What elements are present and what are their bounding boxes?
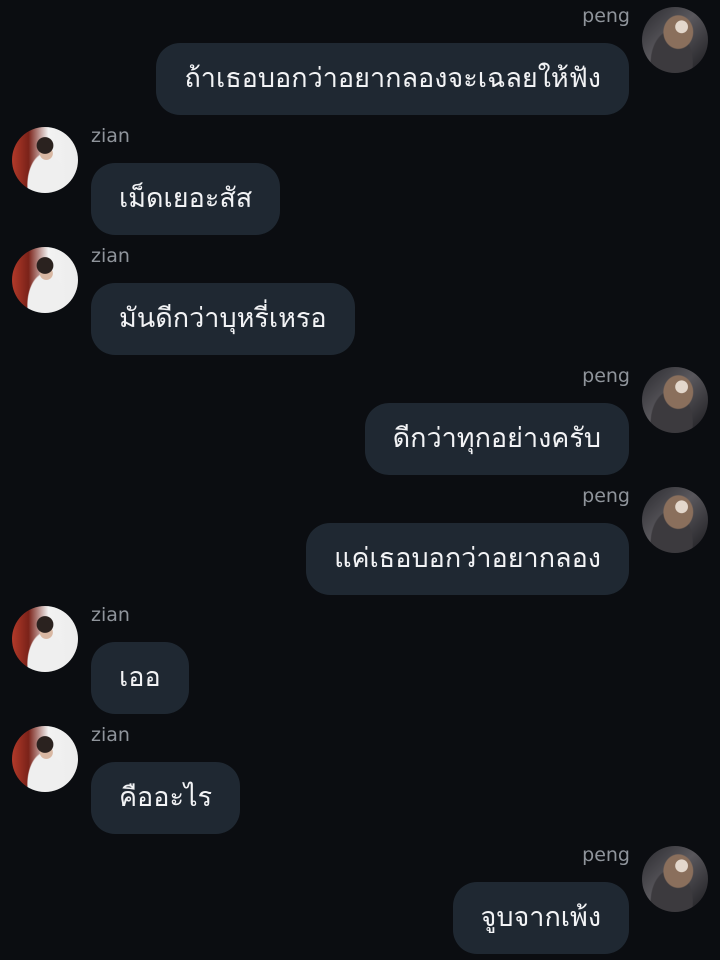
message-row: zian เออ [0, 604, 720, 714]
message-row: zian มันดีกว่าบุหรี่เหรอ [0, 245, 720, 355]
sender-name: zian [91, 724, 130, 746]
sender-name: zian [91, 604, 130, 626]
message-row: zian เม็ดเยอะสัส [0, 125, 720, 235]
peng-avatar[interactable] [642, 7, 708, 73]
sender-name: peng [582, 365, 630, 387]
zian-avatar[interactable] [12, 127, 78, 193]
sender-name: peng [582, 485, 630, 507]
message-bubble[interactable]: เออ [91, 642, 189, 714]
message-row: peng แค่เธอบอกว่าอยากลอง [0, 485, 720, 595]
zian-avatar[interactable] [12, 606, 78, 672]
sender-name: peng [582, 844, 630, 866]
message-bubble[interactable]: เม็ดเยอะสัส [91, 163, 281, 235]
peng-avatar[interactable] [642, 487, 708, 553]
message-bubble[interactable]: มันดีกว่าบุหรี่เหรอ [91, 283, 355, 355]
message-bubble[interactable]: คืออะไร [91, 762, 241, 834]
sender-name: zian [91, 245, 130, 267]
message-bubble[interactable]: แค่เธอบอกว่าอยากลอง [306, 523, 629, 595]
message-row: peng จูบจากเพ้ง [0, 844, 720, 954]
peng-avatar[interactable] [642, 367, 708, 433]
message-bubble[interactable]: ถ้าเธอบอกว่าอยากลองจะเฉลยให้ฟัง [156, 43, 629, 115]
message-row: peng ดีกว่าทุกอย่างครับ [0, 365, 720, 475]
chat-thread: peng ถ้าเธอบอกว่าอยากลองจะเฉลยให้ฟัง zia… [0, 0, 720, 960]
message-bubble[interactable]: ดีกว่าทุกอย่างครับ [364, 403, 629, 475]
zian-avatar[interactable] [12, 247, 78, 313]
sender-name: zian [91, 125, 130, 147]
peng-avatar[interactable] [642, 846, 708, 912]
message-row: zian คืออะไร [0, 724, 720, 834]
message-row: peng ถ้าเธอบอกว่าอยากลองจะเฉลยให้ฟัง [0, 5, 720, 115]
sender-name: peng [582, 5, 630, 27]
message-bubble[interactable]: จูบจากเพ้ง [452, 882, 629, 954]
zian-avatar[interactable] [12, 726, 78, 792]
